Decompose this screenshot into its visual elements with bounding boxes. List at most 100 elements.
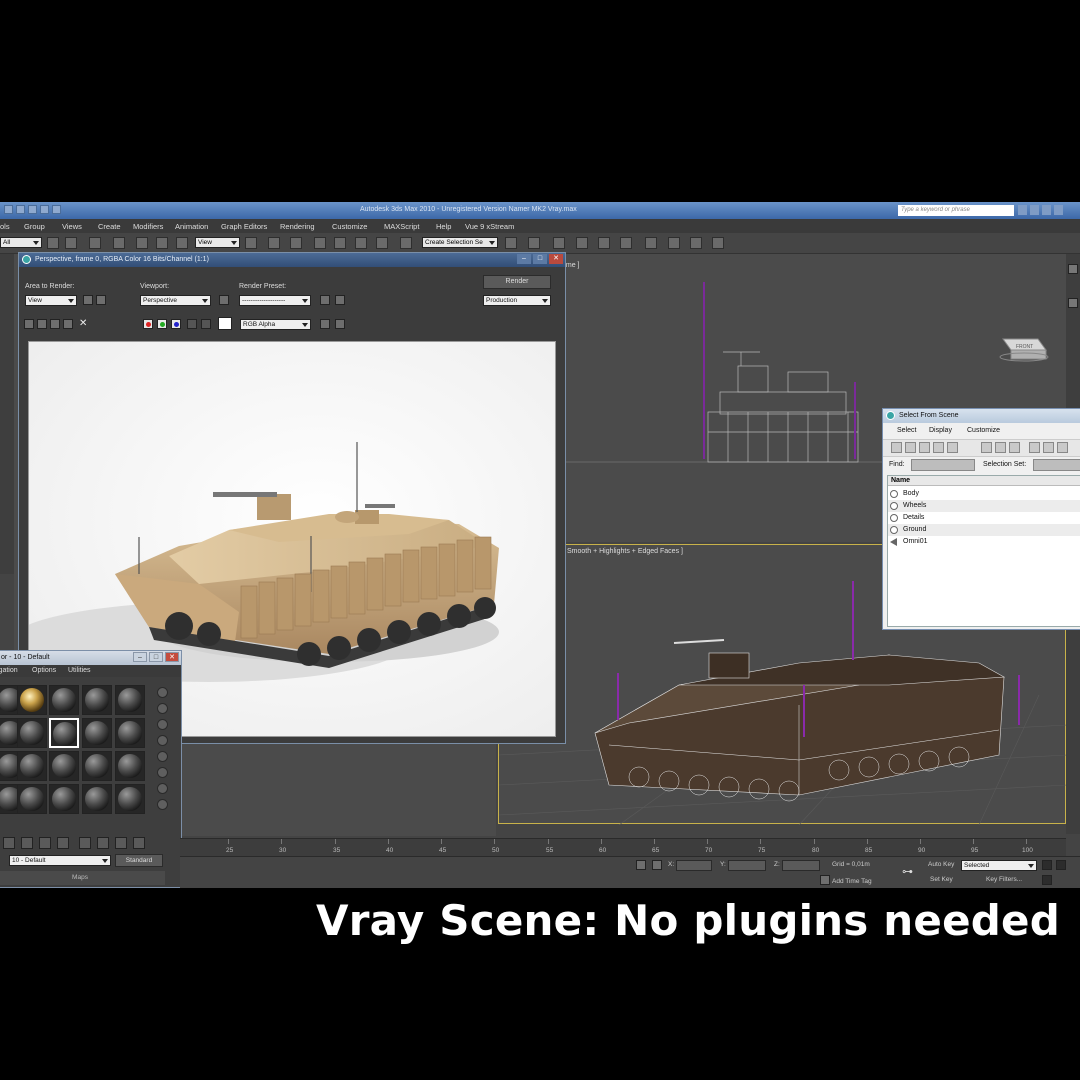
material-slot[interactable] [82, 784, 112, 814]
material-type-button[interactable]: Standard [115, 854, 163, 867]
display-cameras-icon[interactable] [933, 442, 944, 453]
auto-key-button[interactable]: Auto Key [928, 861, 954, 868]
show-map-icon[interactable] [133, 837, 145, 849]
list-item[interactable]: Omni01 [888, 536, 1080, 548]
display-geometry-icon[interactable] [891, 442, 902, 453]
timeline-slider[interactable]: 25 30 35 40 45 50 55 60 65 70 75 80 85 9… [180, 838, 1066, 857]
z-coordinate-field[interactable] [782, 860, 820, 871]
material-slot[interactable] [115, 751, 145, 781]
sample-type-icon[interactable] [157, 687, 168, 698]
menu-group[interactable]: Group [24, 222, 45, 231]
material-slot[interactable] [49, 784, 79, 814]
x-coordinate-field[interactable] [676, 860, 712, 871]
save-image-icon[interactable] [24, 319, 34, 329]
green-channel-toggle[interactable] [157, 319, 167, 329]
blue-channel-toggle[interactable] [171, 319, 181, 329]
material-slot[interactable] [82, 751, 112, 781]
render-preset-dropdown[interactable]: -------------------- [239, 295, 311, 306]
list-item[interactable]: Details [888, 512, 1080, 524]
y-coordinate-field[interactable] [728, 860, 766, 871]
binoculars-icon[interactable] [1018, 205, 1027, 215]
save-icon[interactable] [40, 205, 49, 214]
keyboard-shortcut-icon[interactable] [290, 237, 302, 249]
render-setup-icon[interactable] [320, 295, 330, 305]
add-time-tag-button[interactable]: Add Time Tag [832, 878, 872, 885]
menu-graph-editors[interactable]: Graph Editors [221, 222, 267, 231]
menu-display[interactable]: Display [929, 427, 952, 434]
rect-select-icon[interactable] [89, 237, 101, 249]
open-icon[interactable] [52, 205, 61, 214]
go-to-start-icon[interactable] [1042, 860, 1052, 870]
material-slot[interactable] [115, 685, 145, 715]
window-crossing-icon[interactable] [113, 237, 125, 249]
menu-maxscript[interactable]: MAXScript [384, 222, 419, 231]
minimize-icon[interactable]: – [133, 652, 147, 662]
color-swatch[interactable] [218, 317, 232, 330]
star-icon[interactable] [1030, 205, 1039, 215]
material-slot[interactable] [49, 751, 79, 781]
put-to-scene-icon[interactable] [21, 837, 33, 849]
help-icon[interactable] [1042, 205, 1051, 215]
display-shapes-icon[interactable] [905, 442, 916, 453]
link-icon[interactable] [268, 237, 280, 249]
menu-navigation[interactable]: igation [0, 667, 18, 674]
reset-map-icon[interactable] [57, 837, 69, 849]
material-slot[interactable] [82, 685, 112, 715]
background-icon[interactable] [157, 719, 168, 730]
lock-viewport-icon[interactable] [219, 295, 229, 305]
clone-window-icon[interactable] [50, 319, 60, 329]
render-teapot-icon[interactable] [712, 237, 724, 249]
edit-named-selection-icon[interactable] [400, 237, 412, 249]
material-slot[interactable] [115, 718, 145, 748]
selection-set-dropdown[interactable] [1033, 459, 1080, 471]
reference-coord-dropdown[interactable]: View [195, 237, 240, 248]
material-editor-icon[interactable] [645, 237, 657, 249]
material-slot[interactable] [82, 718, 112, 748]
help-search-input[interactable]: Type a keyword or phrase [898, 205, 1014, 216]
key-filters-button[interactable]: Key Filters... [986, 876, 1022, 883]
list-item[interactable]: Wheels [888, 500, 1080, 512]
sample-uv-icon[interactable] [157, 735, 168, 746]
production-dropdown[interactable]: Production [483, 295, 551, 306]
render-button[interactable]: Render [483, 275, 551, 289]
copy-image-icon[interactable] [37, 319, 47, 329]
list-item[interactable]: Ground [888, 524, 1080, 536]
undo-icon[interactable] [16, 205, 25, 214]
minimize-icon[interactable] [1054, 205, 1063, 215]
name-column-header[interactable]: Name [888, 476, 1080, 486]
toggle-ui-icon[interactable] [335, 319, 345, 329]
material-slot[interactable] [17, 784, 47, 814]
menu-rendering[interactable]: Rendering [280, 222, 315, 231]
select-icon[interactable] [47, 237, 59, 249]
find-input[interactable] [911, 459, 975, 471]
menu-modifiers[interactable]: Modifiers [133, 222, 163, 231]
app-menu-icon[interactable] [4, 205, 13, 214]
set-key-button[interactable]: Set Key [930, 876, 953, 883]
material-slot[interactable] [17, 718, 47, 748]
command-panel-tab-icon[interactable] [1068, 298, 1078, 308]
rotate-icon[interactable] [156, 237, 168, 249]
make-preview-icon[interactable] [157, 767, 168, 778]
material-slot[interactable] [17, 751, 47, 781]
curve-editor-icon[interactable] [598, 237, 610, 249]
viewport-dropdown[interactable]: Perspective [140, 295, 211, 306]
pivot-icon[interactable] [245, 237, 257, 249]
select-invert-icon[interactable] [1057, 442, 1068, 453]
menu-utilities[interactable]: Utilities [68, 667, 91, 674]
angle-snap-icon[interactable] [334, 237, 346, 249]
clear-icon[interactable]: ✕ [79, 319, 89, 329]
menu-help[interactable]: Help [436, 222, 451, 231]
close-icon[interactable]: ✕ [549, 254, 563, 264]
display-all-icon[interactable] [981, 442, 992, 453]
selection-filter-dropdown[interactable]: All [0, 237, 42, 248]
render-setup-icon[interactable] [668, 237, 680, 249]
scale-icon[interactable] [176, 237, 188, 249]
selected-dropdown[interactable]: Selected [961, 860, 1037, 871]
alpha-channel-icon[interactable] [187, 319, 197, 329]
select-all-icon[interactable] [1029, 442, 1040, 453]
display-helpers-icon[interactable] [947, 442, 958, 453]
percent-snap-icon[interactable] [355, 237, 367, 249]
area-to-render-dropdown[interactable]: View [25, 295, 77, 306]
material-effects-icon[interactable] [115, 837, 127, 849]
monochrome-icon[interactable] [201, 319, 211, 329]
